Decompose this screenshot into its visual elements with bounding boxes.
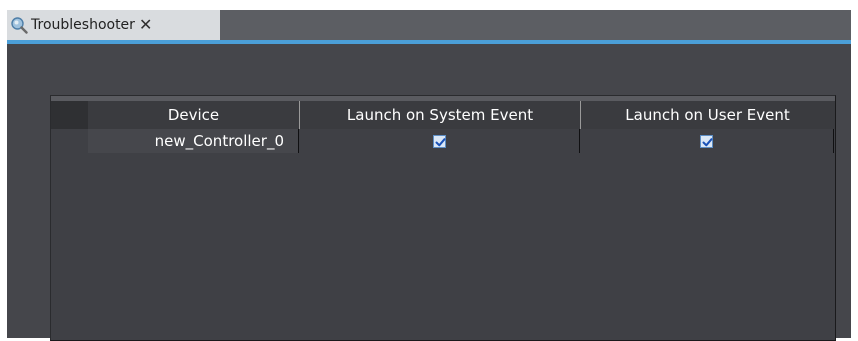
tab-accent-bar [7,40,851,44]
close-icon[interactable]: ✕ [139,17,152,33]
device-cell[interactable]: new_Controller_0 [88,129,299,153]
tab-title: Troubleshooter [31,17,135,33]
column-header-launch-on-system-event[interactable]: Launch on System Event [299,101,580,129]
user-event-cell [580,129,834,153]
launch-on-user-event-checkbox[interactable] [700,134,713,148]
row-header-cell[interactable] [51,129,88,153]
checkmark-icon [435,137,445,146]
table-row: new_Controller_0 [51,129,835,153]
tab-strip: Troubleshooter ✕ [7,10,851,40]
checkmark-icon [702,137,713,146]
column-header-launch-on-user-event[interactable]: Launch on User Event [580,101,834,129]
column-header-device[interactable]: Device [88,101,299,129]
launch-on-system-event-checkbox[interactable] [432,134,446,148]
tab-troubleshooter[interactable]: Troubleshooter ✕ [7,10,220,40]
troubleshooter-grid: Device Launch on System Event Launch on … [50,95,836,341]
system-event-cell [299,129,580,153]
grid-header-row: Device Launch on System Event Launch on … [51,101,835,129]
troubleshooter-window: Troubleshooter ✕ Device Launch on System… [7,10,851,341]
grid-corner-cell[interactable] [51,101,88,129]
troubleshooter-icon [10,16,28,34]
